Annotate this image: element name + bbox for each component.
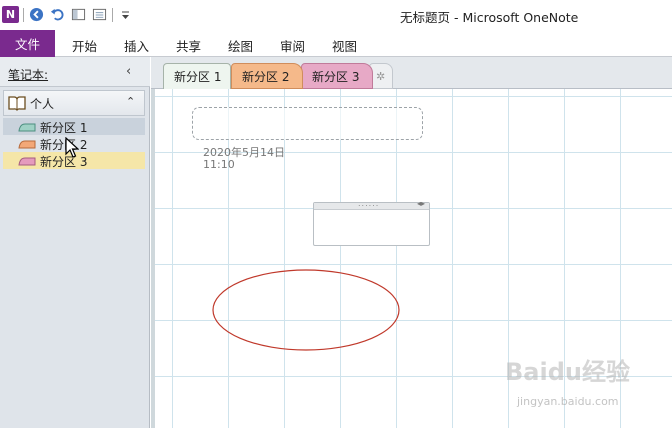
section-tab-3[interactable]: 新分区 3 [301, 63, 373, 89]
section-label: 新分区 2 [40, 138, 88, 152]
section-icon [18, 157, 36, 166]
section-tab-1[interactable]: 新分区 1 [163, 63, 231, 89]
window-title: 无标题页 - Microsoft OneNote [400, 10, 579, 25]
file-tab[interactable]: 文件 [0, 30, 55, 57]
customize-qat-button[interactable] [117, 6, 134, 23]
drawn-ellipse[interactable] [211, 268, 401, 352]
tab-share[interactable]: 共享 [176, 36, 201, 55]
qat-separator [23, 7, 24, 22]
notebooks-label[interactable]: 笔记本: [8, 66, 48, 83]
watermark-brand: Baidu经验 [505, 358, 630, 386]
back-button[interactable] [28, 6, 45, 23]
resize-arrows-icon[interactable]: ◂▸ [417, 199, 425, 208]
section-item-1[interactable]: 新分区 1 [3, 118, 145, 135]
notebook-pane-header: 笔记本: ‹ [0, 57, 150, 87]
chevron-up-icon[interactable]: ⌃ [126, 95, 135, 108]
watermark-url: jingyan.baidu.com [517, 395, 619, 408]
page-title-input[interactable] [192, 107, 423, 140]
section-tab-label: 新分区 1 [174, 70, 222, 84]
onenote-logo-icon: N [2, 6, 19, 23]
section-label: 新分区 3 [40, 155, 88, 169]
tab-review[interactable]: 审阅 [280, 36, 305, 55]
qat-separator [112, 7, 113, 22]
onenote-logo[interactable]: N [2, 6, 19, 23]
note-container-handle[interactable]: ...... ◂▸ [314, 199, 429, 210]
notebook-pane: 笔记本: ‹ 个人 ⌃ [0, 57, 150, 428]
notebook-icon [8, 96, 26, 111]
drag-handle-icon: ...... [358, 199, 380, 208]
dock-to-desktop-button[interactable] [70, 6, 87, 23]
back-icon [29, 7, 44, 22]
ribbon-tabs: 文件 开始 插入 共享 绘图 审阅 视图 [0, 30, 672, 57]
quick-access-toolbar: N [2, 6, 134, 23]
notebook-personal[interactable]: 个人 ⌃ [3, 90, 145, 116]
notebook-name: 个人 [30, 97, 55, 111]
title-bar: N 无标题页 - Microsoft OneNote [0, 0, 672, 30]
full-page-icon [92, 8, 107, 21]
dock-icon [71, 8, 86, 21]
tab-insert[interactable]: 插入 [124, 36, 149, 55]
section-icon [18, 140, 36, 149]
section-tab-2[interactable]: 新分区 2 [231, 63, 303, 89]
tab-home[interactable]: 开始 [72, 36, 97, 55]
section-tab-label: 新分区 2 [242, 69, 290, 84]
tab-draw[interactable]: 绘图 [228, 36, 253, 55]
section-label: 新分区 1 [40, 121, 88, 135]
mouse-cursor-icon [65, 137, 79, 158]
undo-button[interactable] [49, 6, 66, 23]
full-page-view-button[interactable] [91, 6, 108, 23]
sparkle-icon: ✲ [376, 69, 386, 83]
page-time: 11:10 [203, 158, 235, 171]
undo-icon [50, 8, 64, 21]
tab-view[interactable]: 视图 [332, 36, 357, 55]
section-tab-label: 新分区 3 [312, 69, 360, 84]
dropdown-arrow-icon [122, 11, 129, 19]
note-container[interactable]: ...... ◂▸ [313, 199, 430, 246]
baidu-watermark: Baidu经验 jingyan.baidu.com [505, 352, 645, 412]
section-tabs-bar: 新分区 1 新分区 2 新分区 3 ✲ [151, 57, 672, 89]
collapse-pane-button[interactable]: ‹ [126, 64, 131, 79]
section-icon [18, 123, 36, 132]
